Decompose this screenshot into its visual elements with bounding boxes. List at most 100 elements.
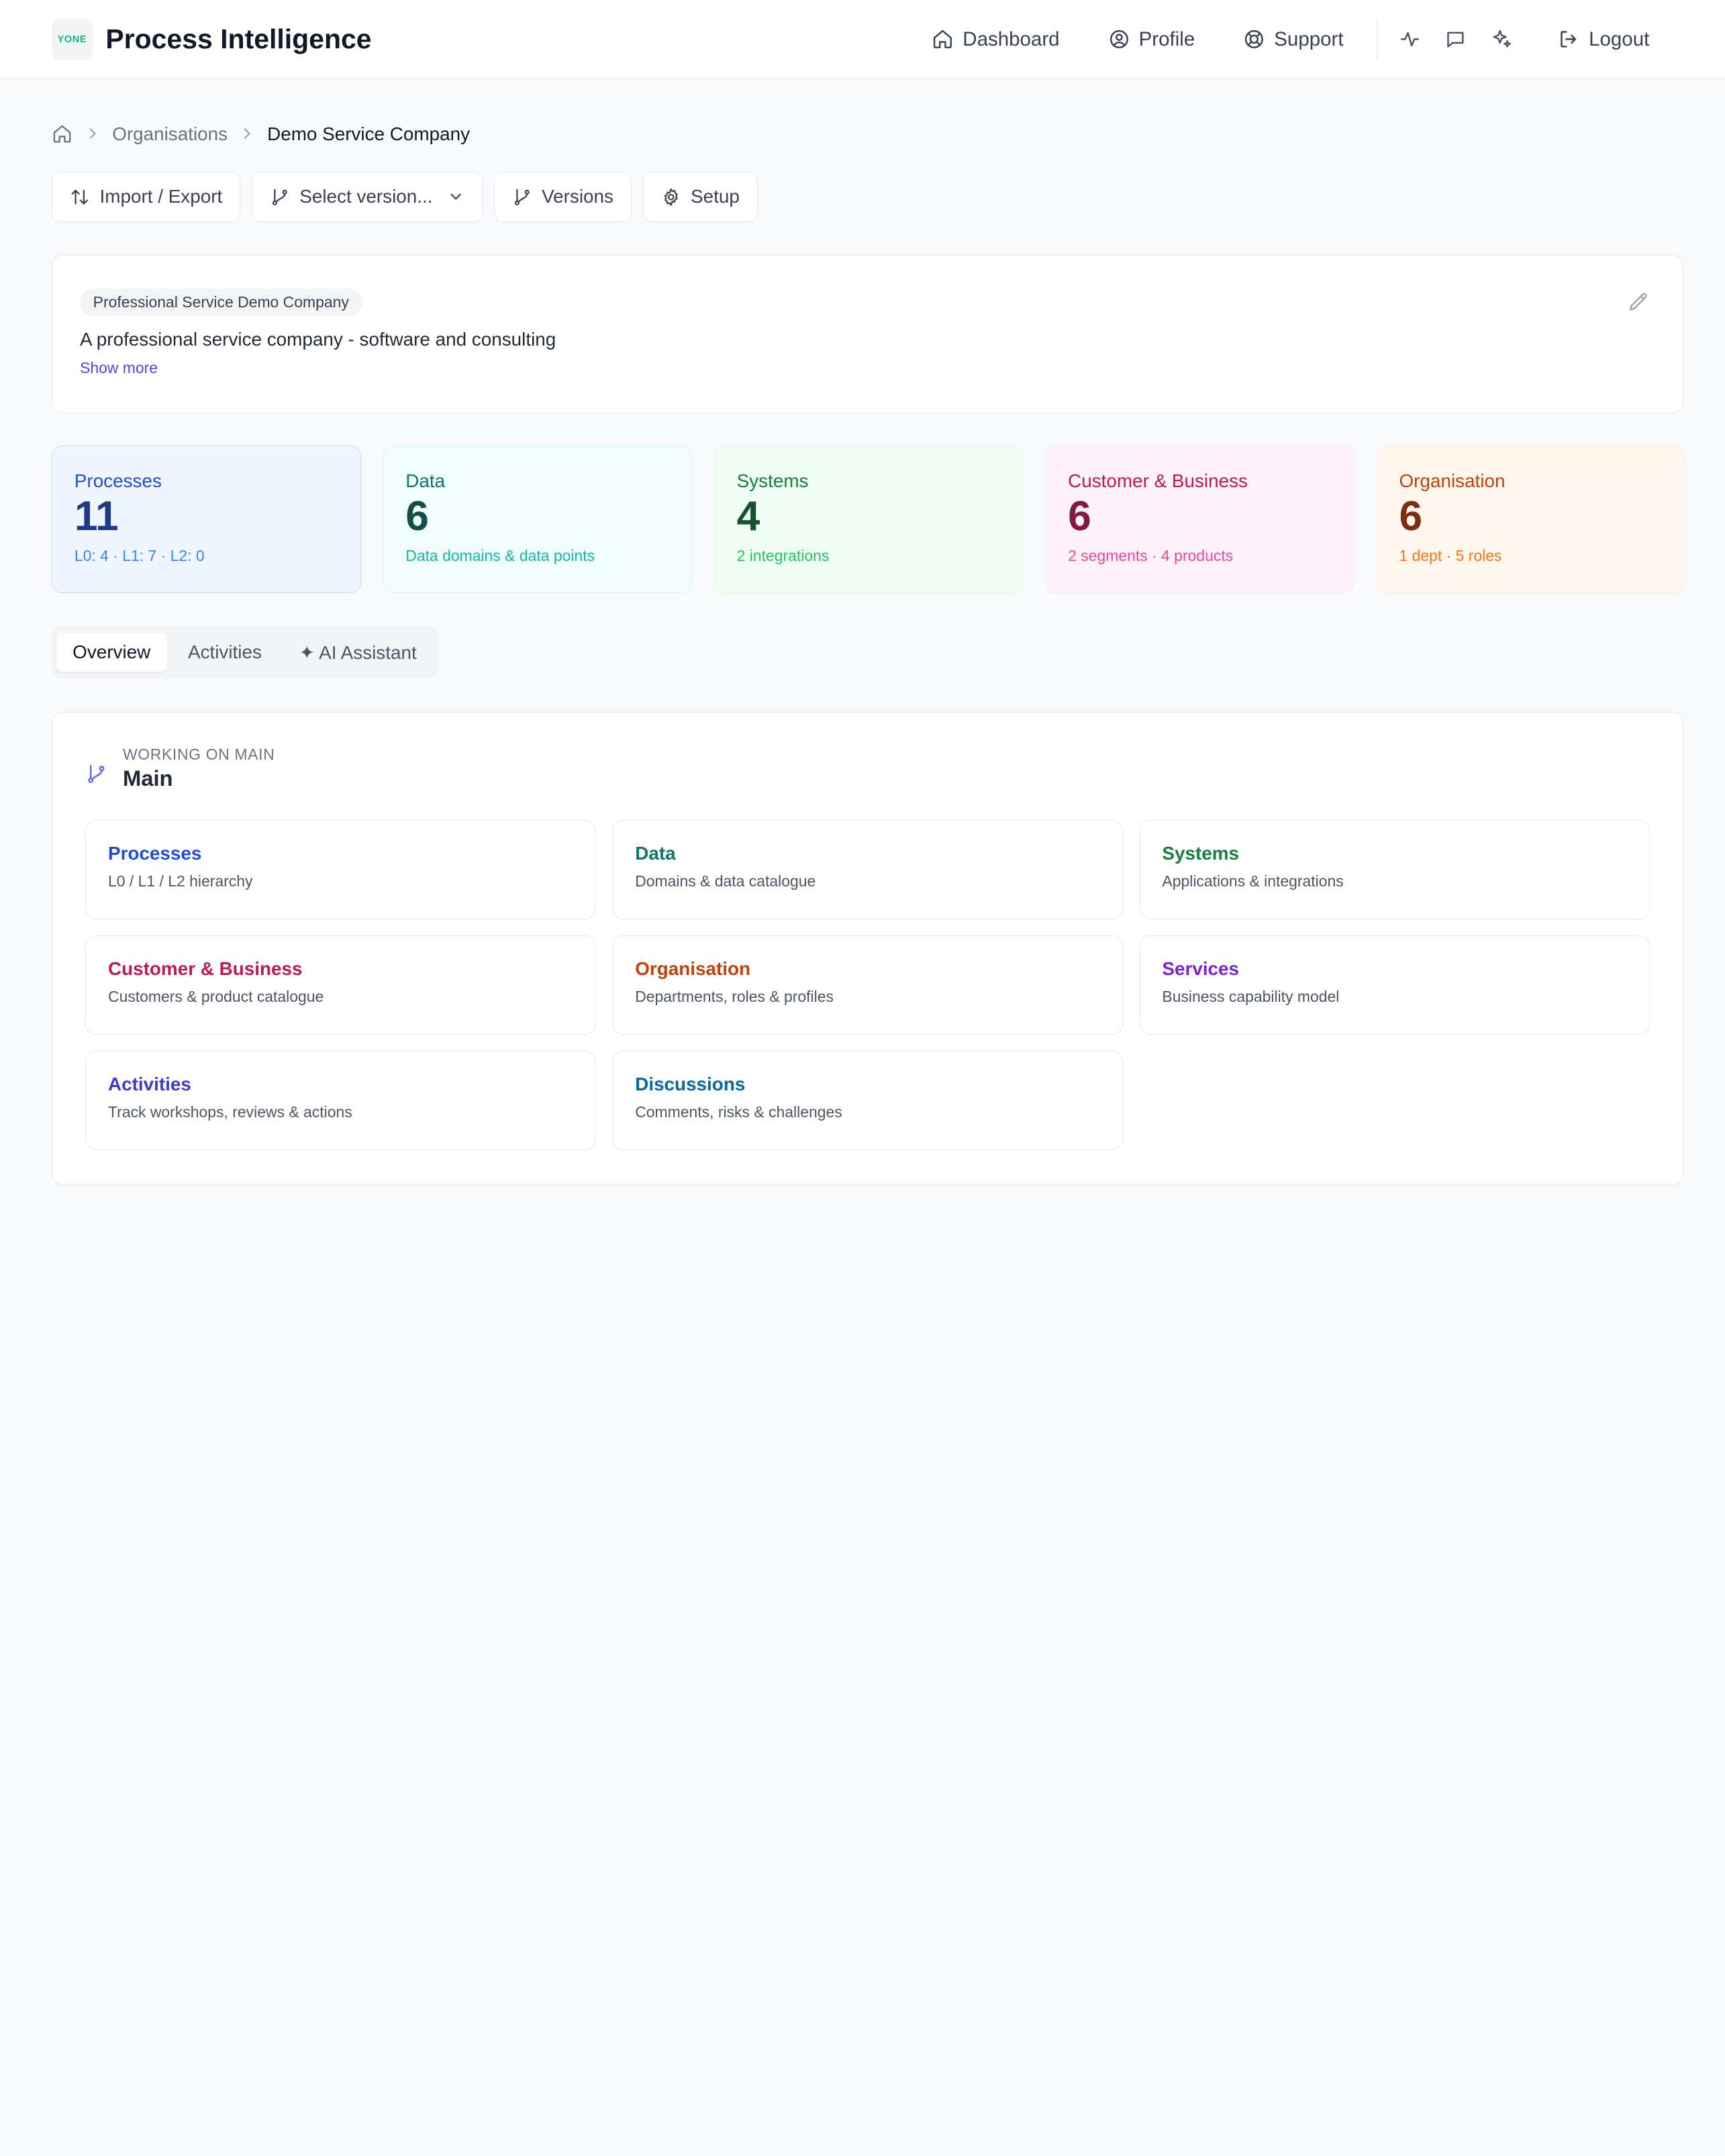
- pencil-icon[interactable]: [1628, 291, 1650, 313]
- versions-button[interactable]: Versions: [494, 172, 632, 222]
- activity-icon: [1399, 28, 1421, 50]
- nav-support[interactable]: Support: [1219, 28, 1367, 51]
- module-subtitle: Applications & integrations: [1162, 872, 1627, 890]
- module-tile-organisation[interactable]: Organisation Departments, roles & profil…: [612, 935, 1123, 1035]
- nav-support-label: Support: [1274, 28, 1343, 51]
- module-subtitle: Departments, roles & profiles: [635, 988, 1100, 1006]
- toolbar: Import / Export Select version... Versio…: [52, 172, 758, 222]
- module-title: Organisation: [635, 958, 1100, 980]
- app-title: Process Intelligence: [105, 23, 371, 55]
- module-tile-activities[interactable]: Activities Track workshops, reviews & ac…: [85, 1051, 596, 1150]
- import-export-button[interactable]: Import / Export: [52, 172, 240, 222]
- module-title: Services: [1162, 958, 1627, 980]
- git-branch-icon: [512, 187, 532, 207]
- import-export-label: Import / Export: [100, 186, 223, 207]
- versions-label: Versions: [542, 186, 613, 207]
- module-subtitle: Comments, risks & challenges: [635, 1103, 1100, 1121]
- stat-subtitle: Data domains & data points: [405, 547, 669, 565]
- module-subtitle: Customers & product catalogue: [108, 988, 573, 1006]
- module-title: Processes: [108, 843, 573, 864]
- show-more-link[interactable]: Show more: [80, 359, 158, 377]
- stat-value: 4: [737, 494, 1001, 540]
- stat-value: 11: [75, 494, 338, 540]
- module-title: Activities: [108, 1074, 573, 1095]
- life-buoy-icon: [1243, 28, 1265, 50]
- tab-ai-assistant[interactable]: ✦ AI Assistant: [283, 632, 433, 672]
- nav-logout-label: Logout: [1589, 28, 1649, 51]
- module-title: Discussions: [635, 1074, 1100, 1095]
- stat-subtitle: 1 dept · 5 roles: [1399, 547, 1663, 565]
- stat-subtitle: L0: 4 · L1: 7 · L2: 0: [75, 547, 338, 565]
- stat-label: Customer & Business: [1068, 470, 1332, 492]
- module-tile-systems[interactable]: Systems Applications & integrations: [1140, 820, 1650, 919]
- module-title: Systems: [1162, 843, 1627, 864]
- organisation-description-card: Professional Service Demo Company A prof…: [52, 255, 1683, 413]
- stat-value: 6: [405, 494, 669, 540]
- git-branch-icon: [85, 763, 107, 785]
- brand[interactable]: YONE Process Intelligence: [52, 19, 372, 60]
- logout-icon: [1558, 28, 1580, 50]
- user-circle-icon: [1108, 28, 1130, 50]
- top-header: YONE Process Intelligence Dashboard Prof…: [0, 0, 1725, 79]
- git-branch-icon: [270, 187, 290, 207]
- nav-divider: [1377, 18, 1378, 60]
- tab-activities[interactable]: Activities: [171, 633, 278, 672]
- stat-value: 6: [1399, 494, 1663, 540]
- stat-card-customer-business[interactable]: Customer & Business 6 2 segments · 4 pro…: [1045, 446, 1354, 593]
- arrows-up-down-icon: [70, 187, 90, 207]
- select-version-dropdown[interactable]: Select version...: [252, 172, 483, 222]
- module-subtitle: L0 / L1 / L2 hierarchy: [108, 872, 573, 890]
- nav-logout[interactable]: Logout: [1525, 28, 1673, 51]
- chevron-right-icon: [238, 125, 256, 142]
- module-tile-discussions[interactable]: Discussions Comments, risks & challenges: [612, 1051, 1123, 1150]
- stat-label: Systems: [737, 470, 1001, 492]
- activity-button[interactable]: [1386, 16, 1432, 62]
- view-tabs: Overview Activities ✦ AI Assistant: [52, 626, 438, 679]
- nav-dashboard[interactable]: Dashboard: [907, 28, 1083, 51]
- select-version-label: Select version...: [299, 186, 432, 207]
- breadcrumb: Organisations Demo Service Company: [52, 123, 470, 145]
- messages-button[interactable]: [1432, 16, 1479, 62]
- module-tile-data[interactable]: Data Domains & data catalogue: [612, 820, 1123, 919]
- module-title: Customer & Business: [108, 958, 573, 980]
- stat-subtitle: 2 integrations: [737, 547, 1001, 565]
- organisation-description: A professional service company - softwar…: [80, 329, 1655, 350]
- chevron-down-icon: [447, 188, 464, 205]
- brand-logo: YONE: [52, 19, 93, 60]
- module-subtitle: Business capability model: [1162, 988, 1627, 1006]
- stat-card-systems[interactable]: Systems 4 2 integrations: [714, 446, 1024, 593]
- setup-button[interactable]: Setup: [643, 172, 758, 222]
- ai-sparkle-button[interactable]: [1479, 16, 1525, 62]
- branch-header: WORKING ON MAIN Main: [85, 746, 275, 791]
- summary-stats: Processes 11 L0: 4 · L1: 7 · L2: 0 Data …: [52, 446, 1685, 593]
- sparkles-icon: [1491, 28, 1513, 50]
- chevron-right-icon: [84, 125, 101, 142]
- module-subtitle: Domains & data catalogue: [635, 872, 1100, 890]
- stat-subtitle: 2 segments · 4 products: [1068, 547, 1332, 565]
- breadcrumb-organisations[interactable]: Organisations: [112, 123, 228, 145]
- stat-label: Data: [405, 470, 669, 492]
- module-subtitle: Track workshops, reviews & actions: [108, 1103, 573, 1121]
- module-tile-processes[interactable]: Processes L0 / L1 / L2 hierarchy: [85, 820, 596, 919]
- overview-panel: WORKING ON MAIN Main Processes L0 / L1 /…: [52, 712, 1683, 1185]
- stat-card-data[interactable]: Data 6 Data domains & data points: [383, 446, 692, 593]
- home-icon[interactable]: [52, 123, 72, 144]
- page: YONE Process Intelligence Dashboard Prof…: [0, 0, 1725, 1316]
- module-tile-services[interactable]: Services Business capability model: [1140, 935, 1650, 1035]
- nav-profile[interactable]: Profile: [1084, 28, 1220, 51]
- nav-dashboard-label: Dashboard: [963, 28, 1059, 51]
- stat-label: Processes: [75, 470, 338, 492]
- message-square-icon: [1444, 28, 1467, 50]
- gear-icon: [661, 187, 681, 207]
- organisation-type-tag: Professional Service Demo Company: [80, 289, 362, 315]
- home-icon: [932, 28, 954, 50]
- setup-label: Setup: [691, 186, 740, 207]
- tab-overview[interactable]: Overview: [56, 633, 167, 672]
- breadcrumb-current: Demo Service Company: [267, 123, 470, 145]
- branch-name: Main: [123, 766, 275, 791]
- branch-caption: WORKING ON MAIN: [123, 746, 275, 764]
- module-tile-customer-business[interactable]: Customer & Business Customers & product …: [85, 935, 596, 1035]
- stat-card-processes[interactable]: Processes 11 L0: 4 · L1: 7 · L2: 0: [52, 446, 361, 593]
- stat-label: Organisation: [1399, 470, 1663, 492]
- stat-card-organisation[interactable]: Organisation 6 1 dept · 5 roles: [1377, 446, 1686, 593]
